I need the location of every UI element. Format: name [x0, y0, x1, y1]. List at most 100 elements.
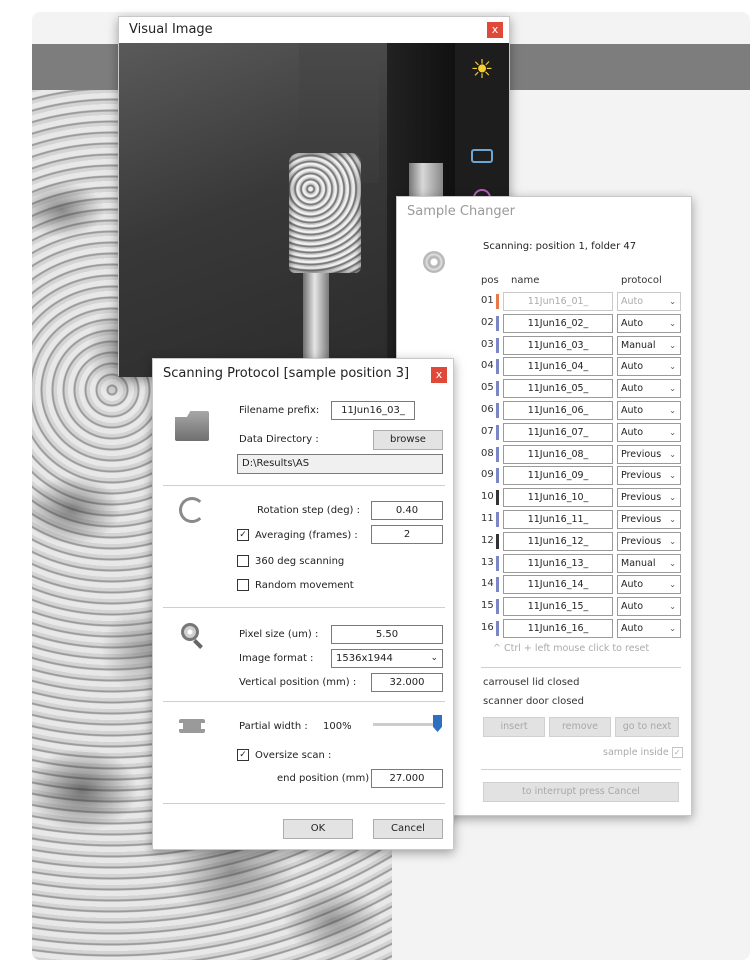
end-position-input[interactable]: 27.000	[371, 769, 443, 788]
protocol-select[interactable]: Auto ⌄	[617, 575, 681, 595]
filename-prefix-input[interactable]: 11Jun16_03_	[331, 401, 415, 420]
position-number: 02	[481, 316, 494, 328]
insert-button[interactable]: insert	[483, 717, 545, 737]
protocol-select[interactable]: Previous ⌄	[617, 488, 681, 508]
sample-name-input[interactable]: 11Jun16_15_	[503, 597, 613, 617]
sample-name-input[interactable]: 11Jun16_10_	[503, 488, 613, 508]
visual-image-title: Visual Image	[119, 17, 509, 43]
protocol-select[interactable]: Previous ⌄	[617, 510, 681, 529]
sample-name-input[interactable]: 11Jun16_01_	[503, 292, 613, 311]
partial-width-slider[interactable]	[373, 723, 439, 726]
position-number: 07	[481, 425, 494, 437]
protocol-value: Manual	[621, 557, 656, 569]
protocol-select[interactable]: Manual ⌄	[617, 553, 681, 573]
sample-name-input[interactable]: 11Jun16_06_	[503, 401, 613, 420]
position-number: 11	[481, 513, 494, 524]
sample-inside-checkbox[interactable]: sample inside ✓	[603, 747, 683, 758]
sample-name-input[interactable]: 11Jun16_04_	[503, 357, 613, 377]
protocol-select[interactable]: Auto ⌄	[617, 401, 681, 420]
oversize-scan-checkbox[interactable]: ✓ Oversize scan :	[237, 749, 331, 761]
filename-prefix-label: Filename prefix:	[239, 405, 320, 416]
position-number: 06	[481, 404, 494, 415]
position-row: 08 11Jun16_08_ Previous ⌄	[479, 444, 685, 465]
divider	[163, 701, 445, 702]
interrupt-cancel-button[interactable]: to interrupt press Cancel	[483, 782, 679, 802]
position-color-marker	[496, 446, 499, 462]
image-format-select[interactable]: 1536x1944 ⌄	[331, 649, 443, 668]
magnifier-icon	[175, 621, 209, 651]
protocol-select[interactable]: Auto ⌄	[617, 292, 681, 311]
protocol-close-button[interactable]: x	[431, 367, 447, 383]
position-number: 16	[481, 622, 494, 633]
protocol-select[interactable]: Manual ⌄	[617, 335, 681, 355]
remove-button[interactable]: remove	[549, 717, 611, 737]
protocol-select[interactable]: Auto ⌄	[617, 597, 681, 617]
protocol-select[interactable]: Auto ⌄	[617, 619, 681, 638]
chevron-down-icon: ⌄	[669, 493, 676, 503]
sample-name-input[interactable]: 11Jun16_02_	[503, 313, 613, 333]
position-color-marker	[496, 533, 499, 549]
cancel-button[interactable]: Cancel	[373, 819, 443, 839]
partial-width-value: 100%	[323, 721, 352, 732]
visual-image-close-button[interactable]: x	[487, 22, 503, 38]
oversize-scan-label: Oversize scan :	[255, 750, 332, 761]
sample-name-input[interactable]: 11Jun16_12_	[503, 531, 613, 551]
sample-name-input[interactable]: 11Jun16_03_	[503, 335, 613, 355]
position-row: 13 11Jun16_13_ Manual ⌄	[479, 553, 685, 574]
protocol-value: Auto	[621, 579, 644, 591]
position-color-marker	[496, 359, 499, 375]
position-number: 15	[481, 600, 494, 612]
vertical-position-input[interactable]: 32.000	[371, 673, 443, 692]
protocol-value: Auto	[621, 383, 644, 395]
chevron-down-icon: ⌄	[669, 384, 676, 394]
rotation-step-input[interactable]: 0.40	[371, 501, 443, 520]
protocol-select[interactable]: Previous ⌄	[617, 444, 681, 464]
averaging-check-icon: ✓	[237, 529, 249, 541]
position-number: 01	[481, 295, 494, 306]
protocol-select[interactable]: Auto ⌄	[617, 313, 681, 333]
protocol-select[interactable]: Auto ⌄	[617, 379, 681, 399]
random-movement-label: Random movement	[255, 580, 354, 591]
sample-name-input[interactable]: 11Jun16_14_	[503, 575, 613, 595]
pixel-size-input[interactable]: 5.50	[331, 625, 443, 644]
oversize-check-icon: ✓	[237, 749, 249, 761]
protocol-value: Auto	[621, 405, 644, 416]
averaging-label: Averaging (frames) :	[255, 530, 358, 541]
sample-name-input[interactable]: 11Jun16_08_	[503, 444, 613, 464]
random-movement-checkbox[interactable]: Random movement	[237, 579, 354, 591]
position-color-marker	[496, 577, 499, 593]
position-row: 07 11Jun16_07_ Auto ⌄	[479, 422, 685, 443]
protocol-value: Previous	[621, 448, 662, 460]
protocol-select[interactable]: Previous ⌄	[617, 531, 681, 551]
browse-button[interactable]: browse	[373, 430, 443, 450]
scan-360-checkbox[interactable]: 360 deg scanning	[237, 555, 344, 567]
position-color-marker	[496, 381, 499, 397]
protocol-select[interactable]: Auto ⌄	[617, 357, 681, 377]
rotate-view-icon[interactable]	[469, 143, 495, 169]
position-color-marker	[496, 424, 499, 440]
position-number: 14	[481, 578, 494, 590]
position-row: 05 11Jun16_05_ Auto ⌄	[479, 378, 685, 399]
go-to-next-button[interactable]: go to next	[615, 717, 679, 737]
protocol-select[interactable]: Previous ⌄	[617, 466, 681, 486]
data-directory-field[interactable]: D:\Results\AS	[237, 454, 443, 474]
protocol-value: Auto	[621, 296, 644, 307]
sample-name-input[interactable]: 11Jun16_05_	[503, 379, 613, 399]
light-sun-icon[interactable]: ☀	[469, 57, 495, 83]
protocol-value: Auto	[621, 426, 644, 438]
averaging-checkbox[interactable]: ✓ Averaging (frames) :	[237, 529, 358, 541]
position-row: 09 11Jun16_09_ Previous ⌄	[479, 465, 685, 486]
position-row: 02 11Jun16_02_ Auto ⌄	[479, 313, 685, 334]
sample-name-input[interactable]: 11Jun16_16_	[503, 619, 613, 638]
protocol-select[interactable]: Auto ⌄	[617, 422, 681, 442]
divider	[481, 769, 681, 770]
sample-name-input[interactable]: 11Jun16_13_	[503, 553, 613, 573]
position-number: 09	[481, 469, 494, 481]
sample-name-input[interactable]: 11Jun16_11_	[503, 510, 613, 529]
position-row: 10 11Jun16_10_ Previous ⌄	[479, 487, 685, 508]
sample-name-input[interactable]: 11Jun16_09_	[503, 466, 613, 486]
slider-thumb[interactable]	[433, 715, 442, 732]
sample-name-input[interactable]: 11Jun16_07_	[503, 422, 613, 442]
averaging-input[interactable]: 2	[371, 525, 443, 544]
ok-button[interactable]: OK	[283, 819, 353, 839]
